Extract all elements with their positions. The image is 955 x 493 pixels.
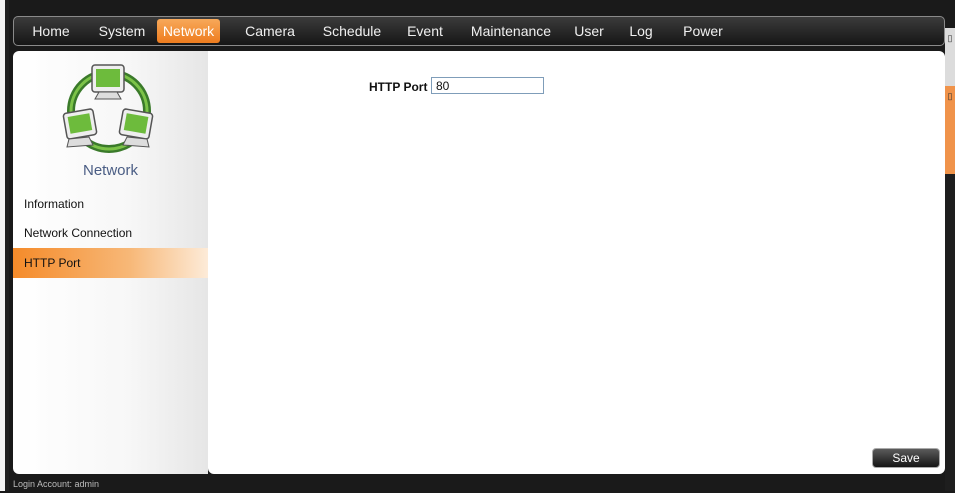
side-tab-active[interactable]: ▯ — [945, 86, 955, 174]
top-nav-bar: Home System Network Camera Schedule Even… — [13, 16, 945, 46]
nav-network[interactable]: Network — [157, 19, 220, 43]
network-logo-icon — [62, 64, 154, 153]
sidebar-item-http-port[interactable]: HTTP Port — [13, 248, 208, 278]
nav-maintenance[interactable]: Maintenance — [466, 19, 556, 43]
side-tab-top[interactable]: ▯ — [945, 28, 955, 86]
side-tab-active-icon: ▯ — [946, 92, 955, 102]
sidebar: Network Information Network Connection H… — [13, 51, 208, 474]
nav-log[interactable]: Log — [623, 19, 659, 43]
nav-user[interactable]: User — [569, 19, 609, 43]
nav-event[interactable]: Event — [402, 19, 448, 43]
http-port-label: HTTP Port — [369, 80, 428, 94]
main-panel: HTTP Port Save — [208, 51, 945, 474]
side-tab-bottom — [945, 174, 955, 491]
side-tab-top-icon: ▯ — [946, 34, 955, 44]
nav-home[interactable]: Home — [26, 19, 76, 43]
save-button[interactable]: Save — [872, 448, 940, 468]
sidebar-title: Network — [82, 162, 138, 179]
top-strip — [9, 0, 955, 14]
nav-camera[interactable]: Camera — [240, 19, 300, 43]
sidebar-item-network-connection[interactable]: Network Connection — [13, 218, 208, 248]
login-account-status: Login Account: admin — [13, 479, 100, 489]
sidebar-item-information[interactable]: Information — [13, 189, 208, 219]
nav-system[interactable]: System — [90, 19, 154, 43]
http-port-input[interactable] — [431, 77, 544, 94]
nav-power[interactable]: Power — [678, 19, 728, 43]
nav-schedule[interactable]: Schedule — [318, 19, 386, 43]
window-frame — [0, 0, 9, 491]
